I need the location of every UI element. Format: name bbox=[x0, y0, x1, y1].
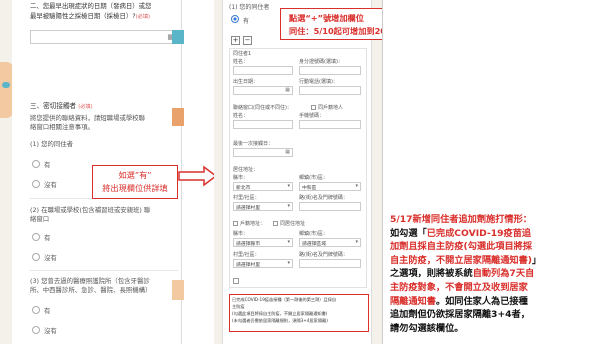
name-label: 姓名： bbox=[233, 59, 249, 65]
name2-input[interactable] bbox=[233, 120, 293, 129]
deco-orange-block bbox=[172, 108, 184, 126]
deco-blue-block bbox=[172, 30, 184, 44]
village2-label: 村里/社區： bbox=[233, 252, 260, 258]
note-line3: 加劑且採自主防疫(勾選此項目將採 bbox=[390, 241, 533, 253]
q-clinic-line1: (3) 您曾去過的醫療照護院所（包含牙醫診 bbox=[30, 277, 150, 285]
radio-clinic-yes[interactable] bbox=[32, 306, 40, 314]
divider bbox=[30, 270, 178, 271]
birthday-input[interactable]: ▦ bbox=[233, 86, 293, 95]
district2-select[interactable]: 請選擇區域 bbox=[299, 238, 361, 247]
radio-workplace-no[interactable] bbox=[32, 253, 40, 261]
note-line5: 之選項，則將被系統自動列為7天自 bbox=[390, 268, 535, 280]
screenshot-root: 二、您最早出現症狀的日期（發病日）或您 最早被驗陽性之採檢日期（採檢日）?(必填… bbox=[0, 0, 606, 344]
note-line6: 主防疫對象，不會開立及收到居家 bbox=[390, 281, 528, 293]
booster-line2: 主防疫 bbox=[232, 304, 245, 309]
middle-form-panel: (1) 您的同住者 有 + − 同住者1 姓名： 身分證號碼(選填)： 出生日期… bbox=[222, 0, 372, 344]
id-input[interactable] bbox=[299, 66, 361, 75]
q-household-label: (1) 您的同住者 bbox=[30, 140, 74, 148]
q2-title-line2: 最早被驗陽性之採檢日期（採檢日）?(必填) bbox=[30, 12, 151, 20]
note-line7: 隔離通知書。如同住家人為已接種 bbox=[390, 295, 528, 307]
city2-select[interactable]: 請選擇縣市 bbox=[233, 238, 293, 247]
booster-line3: (勾選此項目將採自主防疫，不開立居家隔離通知書) bbox=[232, 311, 328, 316]
district-select[interactable]: 中和區 bbox=[299, 182, 361, 191]
district-label: 鄉鎮(市)區： bbox=[299, 175, 328, 181]
name-input[interactable] bbox=[233, 66, 293, 75]
radio-clinic-yes-label: 有 bbox=[44, 307, 51, 315]
annotation-callout-yes: 如選”有” 將出現欄位供詳填 bbox=[92, 165, 178, 199]
name2-label: 姓名： bbox=[233, 113, 249, 119]
registered-address-label: 戶籍地址： bbox=[240, 221, 266, 227]
same-as-residence-checkbox[interactable] bbox=[273, 221, 278, 226]
booster-checkbox[interactable] bbox=[233, 278, 239, 284]
q-clinic-line2: 所、中西醫診所、急診、醫院、長照機構） bbox=[30, 286, 152, 294]
radio-yes-selected[interactable] bbox=[231, 15, 239, 23]
note-line9: 請勿勾選該欄位。 bbox=[390, 322, 464, 334]
radio-household-yes[interactable] bbox=[32, 160, 40, 168]
road-input[interactable] bbox=[299, 202, 361, 211]
calendar-icon[interactable]: ▦ bbox=[285, 87, 290, 93]
village-select[interactable]: 請選擇村里 bbox=[233, 202, 293, 211]
city-select[interactable]: 新北市 bbox=[233, 182, 293, 191]
deco-beige-block bbox=[172, 280, 184, 300]
contact-option-label: 同戶籍地人 bbox=[318, 105, 344, 111]
onset-date-input[interactable]: ▦ bbox=[30, 30, 178, 44]
arrow-right-icon bbox=[178, 165, 218, 187]
phone-label: 行動電話(選填)： bbox=[299, 79, 338, 85]
address-label: 居住地址： bbox=[233, 167, 259, 173]
district2-label: 鄉鎮(市)區： bbox=[299, 231, 328, 237]
note-line2: 如勾選「已完成COVID-19疫苗追 bbox=[390, 227, 532, 239]
q3-title: 三、密切接觸者 (必填) bbox=[30, 102, 93, 110]
road2-input[interactable] bbox=[299, 259, 361, 268]
mobile-input[interactable] bbox=[299, 120, 361, 129]
minus-icon[interactable]: − bbox=[243, 36, 252, 45]
radio-clinic-no[interactable] bbox=[32, 326, 40, 334]
last-contact-input[interactable]: ▦ bbox=[233, 148, 293, 157]
radio-clinic-no-label: 沒有 bbox=[44, 327, 57, 335]
radio-yes-label: 有 bbox=[243, 18, 250, 25]
note-line8: 追加劑但仍欲採居家隔離3+4者， bbox=[390, 309, 530, 321]
note-line1: 5/17新增同住者追加劑施打情形： bbox=[390, 214, 532, 225]
q3-desc-line2: 絡窗口相關注意事項。 bbox=[30, 123, 94, 131]
radio-workplace-yes-label: 有 bbox=[44, 234, 51, 242]
road2-label: 路(街)名及門牌號碼： bbox=[299, 252, 348, 258]
q-workplace-line2: 絡窗口 bbox=[30, 215, 50, 223]
booster-note: 5/17新增同住者追加劑施打情形： 如勾選「已完成COVID-19疫苗追 加劑且… bbox=[390, 213, 604, 335]
last-contact-label: 最後一次接觸日： bbox=[233, 141, 274, 147]
contact-flag-label: 聯絡窗口(同住或不同住)： bbox=[233, 105, 292, 111]
left-decoration-strip bbox=[0, 0, 12, 344]
q-workplace-line1: (2) 在職場或學校(包含補習班或安親班) 聯 bbox=[30, 206, 151, 214]
radio-household-no[interactable] bbox=[32, 180, 40, 188]
radio-household-yes-label: 有 bbox=[44, 161, 51, 169]
note-line4: 自主防疫，不開立居家隔離通知書)」 bbox=[390, 254, 542, 266]
radio-workplace-no-label: 沒有 bbox=[44, 254, 57, 262]
callout-line2: 將出現欄位供詳填 bbox=[102, 183, 168, 193]
radio-workplace-yes[interactable] bbox=[32, 233, 40, 241]
city-label: 縣市： bbox=[233, 175, 249, 181]
id-label: 身分證號碼(選填)： bbox=[299, 59, 343, 65]
household-label: 同住者1 bbox=[233, 51, 252, 57]
birthday-label: 出生日期： bbox=[233, 79, 259, 85]
q3-desc-line1: 將您提供的聯絡資料，請短職場或學校聯 bbox=[30, 114, 146, 122]
q2-title-line1: 二、您最早出現症狀的日期（發病日）或您 bbox=[30, 2, 152, 10]
booster-line4: (未勾選者仍需依居家隔離規則，須隔3+4居家隔離) bbox=[232, 318, 328, 323]
plus-icon[interactable]: + bbox=[231, 36, 240, 45]
same-address-label: 同居住地址 bbox=[280, 221, 306, 227]
radio-household-no-label: 沒有 bbox=[44, 181, 57, 189]
middle-right-strip bbox=[372, 0, 382, 344]
mobile-label: 手機號碼： bbox=[299, 113, 325, 119]
road-label: 路(街)名及門牌號碼： bbox=[299, 195, 348, 201]
calendar-icon[interactable]: ▦ bbox=[285, 149, 290, 155]
same-address-checkbox[interactable] bbox=[233, 221, 238, 226]
middle-side-strip bbox=[214, 0, 222, 344]
phone-input[interactable] bbox=[299, 86, 361, 95]
city2-label: 縣市： bbox=[233, 231, 249, 237]
contact-checkbox[interactable] bbox=[311, 105, 316, 110]
household-header: (1) 您的同住者 bbox=[229, 4, 270, 11]
village2-select[interactable]: 請選擇村里 bbox=[233, 259, 293, 268]
booster-line1: 已完成COVID-19疫苗接種（第一劑後的第三劑）且採自 bbox=[232, 297, 337, 302]
callout-line1: 如選”有” bbox=[118, 170, 152, 180]
village-label: 村里/社區： bbox=[233, 195, 260, 201]
